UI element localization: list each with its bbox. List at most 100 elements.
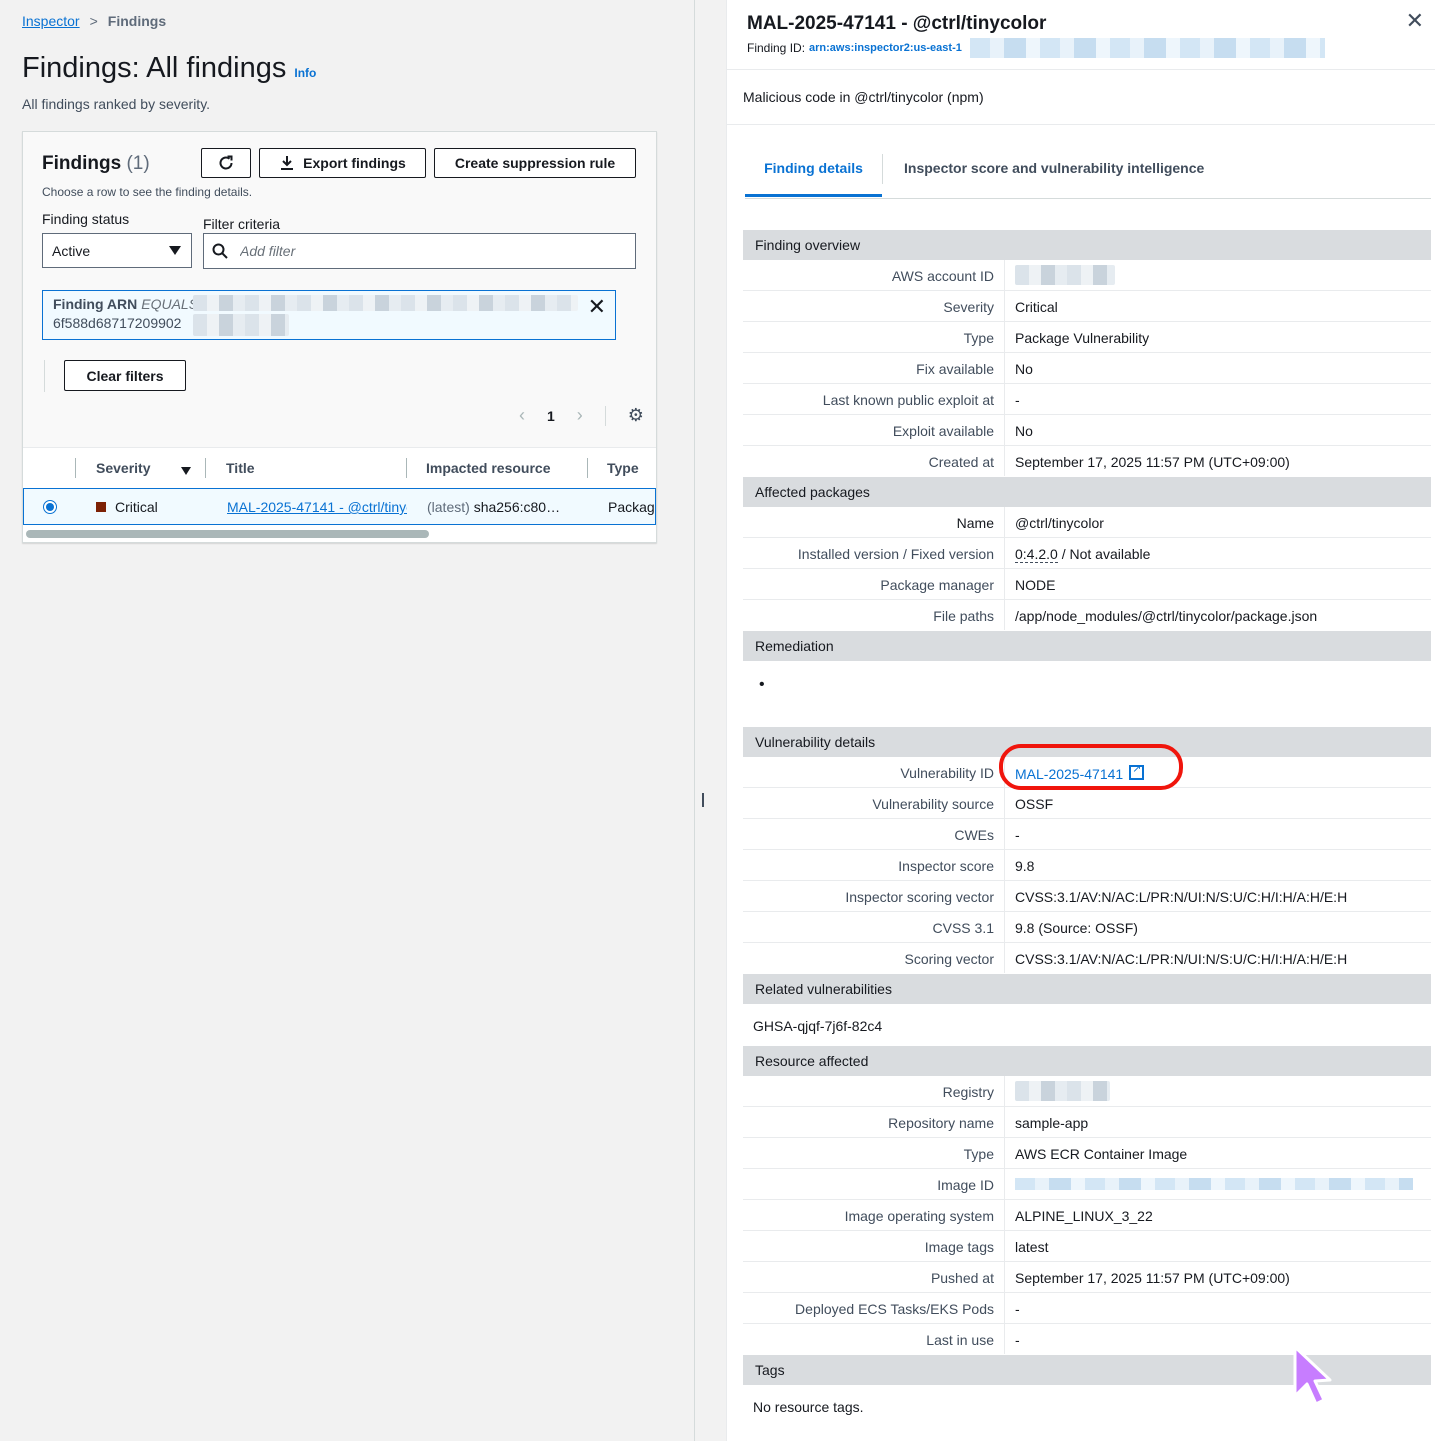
export-findings-button[interactable]: Export findings — [259, 148, 426, 178]
kv-value: Critical — [1015, 299, 1058, 315]
sort-desc-icon[interactable] — [181, 462, 191, 478]
kv-key: Severity — [943, 299, 994, 315]
kv-value: 9.8 — [1015, 858, 1035, 874]
section-related-vulnerabilities: Related vulnerabilities GHSA-qjqf-7j6f-8… — [743, 974, 1431, 1048]
redacted-image-id — [1015, 1178, 1413, 1190]
section-resource-affected: Resource affected Registry Repository na… — [743, 1046, 1431, 1355]
finding-detail-pane: MAL-2025-47141 - @ctrl/tinycolor ✕ Findi… — [726, 0, 1435, 1441]
kv-value: - — [1015, 1301, 1020, 1317]
breadcrumb: Inspector > Findings — [22, 13, 166, 29]
finding-id-label: Finding ID: — [747, 41, 806, 55]
detail-description: Malicious code in @ctrl/tinycolor (npm) — [743, 89, 984, 105]
table-header: Severity Title Impacted resource Type — [23, 447, 656, 489]
breadcrumb-inspector-link[interactable]: Inspector — [22, 13, 80, 29]
row-title: MAL-2025-47141 - @ctrl/tinycolor — [227, 499, 407, 515]
filter-token-key: Finding ARN — [53, 296, 138, 312]
column-severity[interactable]: Severity — [96, 460, 150, 476]
tab-score-intelligence[interactable]: Inspector score and vulnerability intell… — [904, 160, 1204, 176]
kv-row: Type Package Vulnerability — [743, 322, 1431, 353]
kv-row: Image tags latest — [743, 1231, 1431, 1262]
info-link[interactable]: Info — [294, 66, 316, 80]
column-divider — [587, 458, 588, 478]
detail-tabs: Finding details Inspector score and vuln… — [745, 152, 1431, 199]
kv-key: Exploit available — [892, 423, 994, 439]
installed-version[interactable]: 0:4.2.0 — [1015, 546, 1058, 563]
previous-page-icon[interactable]: ‹ — [519, 405, 525, 426]
kv-row: Pushed at September 17, 2025 11:57 PM (UT… — [743, 1262, 1431, 1293]
next-page-icon[interactable]: › — [577, 405, 583, 426]
kv-row: Image ID — [743, 1169, 1431, 1200]
findings-heading: Findings (1) — [42, 153, 150, 175]
kv-key: AWS account ID — [891, 268, 994, 284]
finding-status-value: Active — [52, 242, 91, 259]
filter-token: Finding ARN EQUALS 6f588d68717209902 ✕ — [42, 290, 616, 340]
finding-status-label: Finding status — [42, 211, 130, 227]
row-title-link[interactable]: MAL-2025-47141 - @ctrl/tinycolor — [227, 499, 407, 515]
finding-arn-link[interactable]: arn:aws:inspector2:us-east-1 — [809, 42, 962, 54]
kv-value: latest — [1015, 1239, 1049, 1255]
row-type: Package Vulnerability — [608, 499, 655, 515]
gear-icon[interactable]: ⚙ — [628, 405, 644, 426]
kv-key: Last in use — [926, 1332, 994, 1348]
section-affected-packages: Affected packages Name @ctrl/tinycolor I… — [743, 477, 1431, 631]
column-severity-label: Severity — [96, 460, 151, 476]
divider — [727, 124, 1435, 125]
table-row[interactable]: Critical MAL-2025-47141 - @ctrl/tinycolo… — [23, 488, 656, 525]
kv-row: Vulnerability source OSSF — [743, 788, 1431, 819]
findings-count: (1) — [126, 153, 150, 174]
section-heading: Finding overview — [743, 230, 1431, 260]
section-finding-overview: Finding overview AWS account ID Severity… — [743, 230, 1431, 477]
kv-key: Last known public exploit at — [822, 392, 994, 408]
critical-square-icon — [96, 502, 106, 512]
kv-key: Deployed ECS Tasks/EKS Pods — [795, 1301, 994, 1317]
kv-row: Deployed ECS Tasks/EKS Pods - — [743, 1293, 1431, 1324]
kv-row: File paths /app/node_modules/@ctrl/tinyc… — [743, 600, 1431, 631]
kv-value: - — [1015, 392, 1020, 408]
highlight-annotation — [999, 744, 1183, 790]
page-number-1[interactable]: 1 — [547, 408, 555, 424]
kv-value: AWS ECR Container Image — [1015, 1146, 1188, 1162]
kv-row: Fix available No — [743, 353, 1431, 384]
kv-row: Registry — [743, 1076, 1431, 1107]
section-heading: Related vulnerabilities — [743, 974, 1431, 1004]
column-impacted-resource[interactable]: Impacted resource — [426, 460, 551, 476]
findings-subtitle: Choose a row to see the finding details. — [42, 185, 253, 199]
redacted-arn — [193, 295, 578, 311]
column-divider — [205, 458, 206, 478]
clear-filters-button[interactable]: Clear filters — [64, 360, 186, 391]
kv-row: Name @ctrl/tinycolor — [743, 507, 1431, 538]
kv-row: Exploit available No — [743, 415, 1431, 446]
divider — [44, 360, 45, 392]
remove-filter-close-icon[interactable]: ✕ — [588, 295, 606, 319]
kv-row: Inspector scoring vector CVSS:3.1/AV:N/AC… — [743, 881, 1431, 912]
finding-status-select[interactable]: Active — [42, 233, 192, 268]
horizontal-scrollbar[interactable] — [26, 530, 429, 538]
close-icon[interactable]: ✕ — [1406, 8, 1424, 34]
detail-title: MAL-2025-47141 - @ctrl/tinycolor — [747, 13, 1047, 34]
kv-key: Fix available — [916, 361, 994, 377]
column-type[interactable]: Type — [607, 460, 639, 476]
kv-row: CWEs - — [743, 819, 1431, 850]
kv-key: Type — [963, 1146, 994, 1162]
kv-value: ALPINE_LINUX_3_22 — [1015, 1208, 1153, 1224]
findings-table-panel: Findings (1) Choose a row to see the fin… — [22, 131, 657, 543]
caret-down-icon — [169, 246, 181, 255]
kv-value: CVSS:3.1/AV:N/AC:L/PR:N/UI:N/S:U/C:H/I:H… — [1015, 951, 1348, 967]
kv-key: File paths — [933, 608, 994, 624]
kv-row: Severity Critical — [743, 291, 1431, 322]
filter-criteria-label: Filter criteria — [203, 216, 281, 232]
split-panel-resize-handle[interactable] — [702, 793, 704, 807]
kv-key: CVSS 3.1 — [932, 920, 994, 936]
refresh-button[interactable] — [201, 148, 251, 178]
tab-finding-details[interactable]: Finding details — [745, 160, 882, 197]
page-title: Findings: All findings Info — [22, 52, 316, 85]
finding-id: Finding ID: arn:aws:inspector2:us-east-1 — [747, 38, 1325, 58]
filter-input[interactable] — [238, 242, 622, 260]
row-radio[interactable] — [43, 500, 57, 514]
kv-key: Registry — [942, 1084, 994, 1100]
create-suppression-rule-button[interactable]: Create suppression rule — [434, 148, 636, 178]
redacted-arn — [969, 38, 1325, 58]
kv-row: Installed version / Fixed version 0:4.2.… — [743, 538, 1431, 569]
column-title[interactable]: Title — [226, 460, 255, 476]
redacted-account-id — [1015, 265, 1115, 285]
